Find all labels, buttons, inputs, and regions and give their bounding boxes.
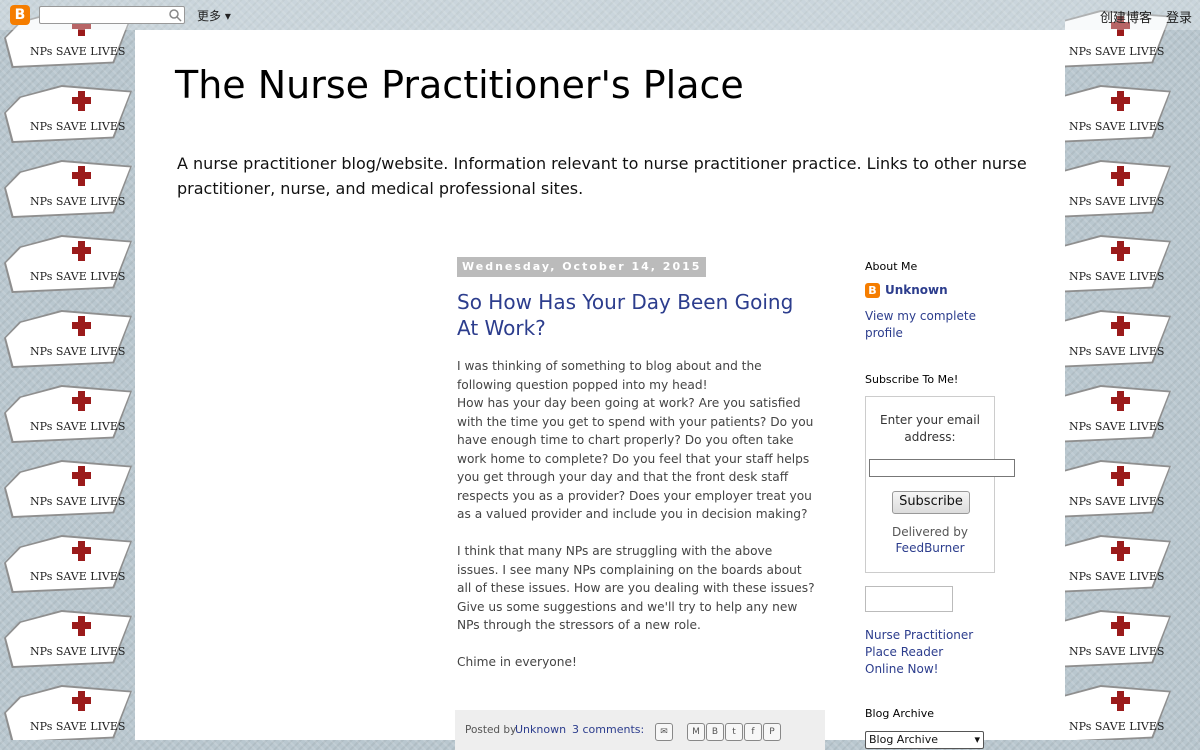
tile-text: NPs SAVE LIVES — [1069, 45, 1165, 58]
facebook-share-icon[interactable]: f — [744, 723, 762, 741]
tile-text: NPs SAVE LIVES — [30, 270, 126, 283]
tile-text: NPs SAVE LIVES — [1069, 420, 1165, 433]
post-author-link[interactable]: Unknown — [515, 723, 566, 736]
post-comments-link[interactable]: 3 comments: — [572, 723, 644, 736]
more-menu-button[interactable]: 更多 ▾ — [197, 7, 231, 24]
nurse-cap-tile: NPs SAVE LIVES — [0, 533, 132, 593]
tile-text: NPs SAVE LIVES — [30, 495, 126, 508]
blogger-profile-icon: B — [865, 283, 880, 298]
nurse-cap-tile: NPs SAVE LIVES — [1065, 533, 1171, 593]
post-title[interactable]: So How Has Your Day Been Going At Work? — [457, 289, 817, 341]
blogthis-share-icon[interactable]: B — [706, 723, 724, 741]
nurse-cap-tile: NPs SAVE LIVES — [0, 83, 132, 143]
login-link[interactable]: 登录 — [1166, 7, 1192, 26]
tile-text: NPs SAVE LIVES — [1069, 120, 1165, 133]
delivered-by-text: Delivered by FeedBurner — [866, 524, 994, 556]
nurse-cap-tile: NPs SAVE LIVES — [1065, 158, 1171, 218]
subscribe-heading: Subscribe To Me! — [865, 373, 959, 386]
blogger-logo-icon[interactable]: B — [10, 5, 30, 25]
chevron-down-icon: ▾ — [974, 733, 980, 746]
nurse-cap-tile: NPs SAVE LIVES — [1065, 308, 1171, 368]
email-label: Enter your email address: — [880, 413, 980, 444]
post-paragraph: I was thinking of something to blog abou… — [457, 359, 762, 392]
about-me-heading: About Me — [865, 260, 918, 273]
twitter-share-icon[interactable]: t — [725, 723, 743, 741]
blog-archive-select[interactable]: Blog Archive ▾ — [865, 731, 984, 749]
post-paragraph: How has your day been going at work? Are… — [457, 396, 814, 521]
tile-text: NPs SAVE LIVES — [1069, 345, 1165, 358]
feedburner-link[interactable]: FeedBurner — [895, 541, 964, 555]
nurse-cap-tile: NPs SAVE LIVES — [0, 683, 132, 740]
tile-text: NPs SAVE LIVES — [1069, 270, 1165, 283]
email-field[interactable] — [869, 459, 1015, 477]
tile-text: NPs SAVE LIVES — [30, 420, 126, 433]
main-content: The Nurse Practitioner's Place A nurse p… — [135, 30, 1065, 750]
background-pattern-right: NPs SAVE LIVES NPs SAVE LIVES NPs SAVE LIV… — [1065, 0, 1200, 740]
email-post-icon[interactable]: ✉ — [655, 723, 673, 741]
tile-text: NPs SAVE LIVES — [30, 345, 126, 358]
create-blog-link[interactable]: 创建博客 — [1100, 7, 1152, 26]
blog-title[interactable]: The Nurse Practitioner's Place — [175, 63, 744, 107]
reader-online-link[interactable]: Nurse Practitioner Place Reader Online N… — [865, 627, 985, 678]
blog-archive-heading: Blog Archive — [865, 707, 934, 720]
nurse-cap-tile: NPs SAVE LIVES — [0, 608, 132, 668]
post-paragraph: I think that many NPs are struggling wit… — [457, 544, 815, 632]
search-input[interactable] — [39, 6, 185, 24]
tile-text: NPs SAVE LIVES — [30, 645, 126, 658]
delivered-by-label: Delivered by — [892, 525, 968, 539]
nurse-cap-tile: NPs SAVE LIVES — [1065, 683, 1171, 740]
pinterest-share-icon[interactable]: P — [763, 723, 781, 741]
gmail-share-icon[interactable]: M — [687, 723, 705, 741]
blog-description: A nurse practitioner blog/website. Infor… — [177, 154, 1027, 198]
tile-text: NPs SAVE LIVES — [30, 720, 126, 733]
nurse-cap-tile: NPs SAVE LIVES — [1065, 608, 1171, 668]
nurse-cap-tile: NPs SAVE LIVES — [1065, 83, 1171, 143]
nurse-cap-tile: NPs SAVE LIVES — [0, 308, 132, 368]
subscribe-button[interactable]: Subscribe — [892, 491, 970, 514]
nurse-cap-tile: NPs SAVE LIVES — [1065, 383, 1171, 443]
broken-image[interactable] — [865, 586, 953, 612]
tile-text: NPs SAVE LIVES — [1069, 570, 1165, 583]
profile-name-link[interactable]: Unknown — [885, 282, 948, 299]
background-pattern-left: NPs SAVE LIVES NPs SAVE LIVES NPs SAVE LIV… — [0, 0, 135, 740]
nurse-cap-tile: NPs SAVE LIVES — [0, 233, 132, 293]
nurse-cap-tile: NPs SAVE LIVES — [0, 158, 132, 218]
post-date-header: Wednesday, October 14, 2015 — [457, 257, 707, 277]
view-profile-link[interactable]: View my complete profile — [865, 308, 985, 342]
tile-text: NPs SAVE LIVES — [1069, 195, 1165, 208]
tile-text: NPs SAVE LIVES — [30, 570, 126, 583]
nurse-cap-tile: NPs SAVE LIVES — [1065, 233, 1171, 293]
nurse-cap-tile: NPs SAVE LIVES — [0, 383, 132, 443]
tile-text: NPs SAVE LIVES — [1069, 495, 1165, 508]
post-footer: Posted by Unknown 3 comments: ✉ M B t f … — [455, 710, 825, 750]
blogger-navbar: B 更多 ▾ 创建博客 登录 — [0, 0, 1200, 30]
nurse-cap-tile: NPs SAVE LIVES — [0, 458, 132, 518]
tile-text: NPs SAVE LIVES — [30, 45, 126, 58]
more-menu-label: 更多 — [197, 9, 222, 23]
tile-text: NPs SAVE LIVES — [30, 120, 126, 133]
caret-down-icon: ▾ — [224, 9, 231, 23]
subscribe-form: Enter your email address: Subscribe Deli… — [865, 396, 1015, 573]
tile-text: NPs SAVE LIVES — [30, 195, 126, 208]
search-icon[interactable] — [168, 8, 182, 22]
post-paragraph: Chime in everyone! — [457, 655, 577, 669]
post-body: I was thinking of something to blog abou… — [457, 357, 817, 672]
tile-text: NPs SAVE LIVES — [1069, 720, 1165, 733]
posted-by-label: Posted by — [465, 724, 517, 736]
nurse-cap-tile: NPs SAVE LIVES — [1065, 458, 1171, 518]
tile-text: NPs SAVE LIVES — [1069, 645, 1165, 658]
